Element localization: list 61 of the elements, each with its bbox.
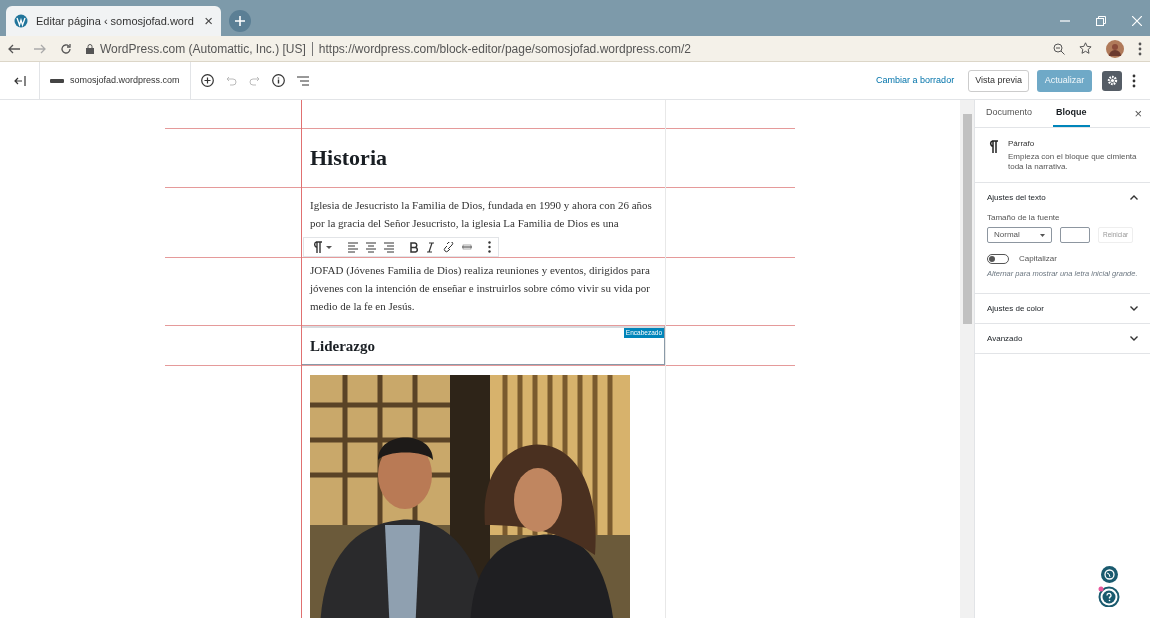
outline-icon[interactable] (296, 75, 309, 86)
block-description: Empieza con el bloque que cimienta toda la narrativa. (1008, 152, 1138, 172)
star-icon[interactable] (1079, 42, 1092, 55)
back-icon[interactable] (8, 43, 20, 54)
lock-icon (86, 43, 94, 54)
caret-icon (326, 245, 332, 249)
new-tab-button[interactable] (229, 10, 251, 32)
site-name[interactable]: somosjofad.wordpress.com (70, 73, 180, 88)
panel-header[interactable]: Ajustes del texto (987, 183, 1138, 212)
strikethrough-icon[interactable] (462, 244, 472, 250)
help-icon[interactable] (1098, 585, 1120, 607)
avatar-icon[interactable] (1106, 39, 1124, 58)
exit-icon[interactable] (13, 75, 26, 86)
info-icon[interactable] (271, 74, 285, 87)
wordpress-icon (14, 14, 28, 28)
sidebar-tab[interactable]: Documento (983, 100, 1036, 127)
panel-title: Ajustes de color (987, 302, 1044, 315)
settings-button[interactable] (1102, 70, 1122, 91)
reload-icon[interactable] (60, 42, 72, 55)
more-icon[interactable] (1138, 41, 1142, 56)
browser-tab[interactable]: Editar página ‹ somosjofad.word × (6, 6, 221, 36)
more-icon[interactable] (1132, 73, 1136, 88)
scrollbar[interactable] (960, 100, 974, 618)
panel-header[interactable]: Ajustes de color (987, 294, 1138, 323)
url-text[interactable]: https://wordpress.com/block-editor/page/somosjofad.wordpress.com/2 (318, 39, 691, 58)
panel-header[interactable]: Avanzado (987, 324, 1138, 353)
maximize-icon[interactable] (1096, 16, 1106, 26)
panel-title: Avanzado (987, 332, 1023, 345)
site-identity: WordPress.com (Automattic, Inc.) [US] (100, 40, 306, 58)
site-logo-icon (50, 77, 64, 84)
close-icon[interactable]: × (204, 9, 213, 33)
paragraph-icon[interactable] (311, 241, 323, 253)
close-button[interactable]: × (1134, 100, 1142, 127)
page-title: Historia (309, 144, 388, 172)
paragraph: Iglesia de Jesucristo la Familia de Dios, fundada en 1990 y ahora con 26 años por la gracia del Señor Jesucristo, la iglesia La Familia de Dios es una (309, 198, 653, 231)
heading: Liderazgo (310, 336, 375, 356)
plus-icon (235, 16, 245, 26)
more-icon[interactable] (488, 241, 491, 253)
sidebar-tab[interactable]: Bloque (1053, 100, 1090, 127)
bold-icon[interactable] (410, 241, 418, 253)
paragraph: JOFAD (Jóvenes Familia de Dios) realiza reuniones y eventos, dirigidos para jóvenes con la intención de enseñar e instruirlos sobre cómo vivir su vida por medio de la fe en Jesús. (308, 263, 651, 314)
settings-icon (1106, 75, 1118, 86)
block-name: Párrafo (1008, 138, 1036, 150)
add-block-icon[interactable] (200, 74, 214, 87)
align-right-icon[interactable] (384, 241, 394, 253)
close-icon[interactable] (1132, 16, 1142, 26)
caret-icon (1040, 233, 1045, 237)
align-center-icon[interactable] (366, 241, 376, 253)
align-left-icon[interactable] (348, 241, 358, 253)
preview-button[interactable]: Vista previa (968, 69, 1029, 92)
italic-icon[interactable] (426, 241, 435, 253)
zoom-icon[interactable] (1053, 42, 1065, 55)
link-icon[interactable] (443, 241, 454, 253)
font-size-input[interactable] (1060, 227, 1090, 243)
toggle-label: Capitalizar (1019, 253, 1057, 265)
tab-title: Editar página ‹ somosjofad.word (36, 13, 195, 29)
paragraph-icon (987, 140, 998, 153)
panel-title: Ajustes del texto (987, 191, 1046, 204)
font-size-select[interactable]: Normal (987, 227, 1052, 243)
field-label: Tamaño de la fuente (987, 212, 1061, 224)
switch-to-draft-link[interactable]: Cambiar a borrador (876, 73, 955, 88)
